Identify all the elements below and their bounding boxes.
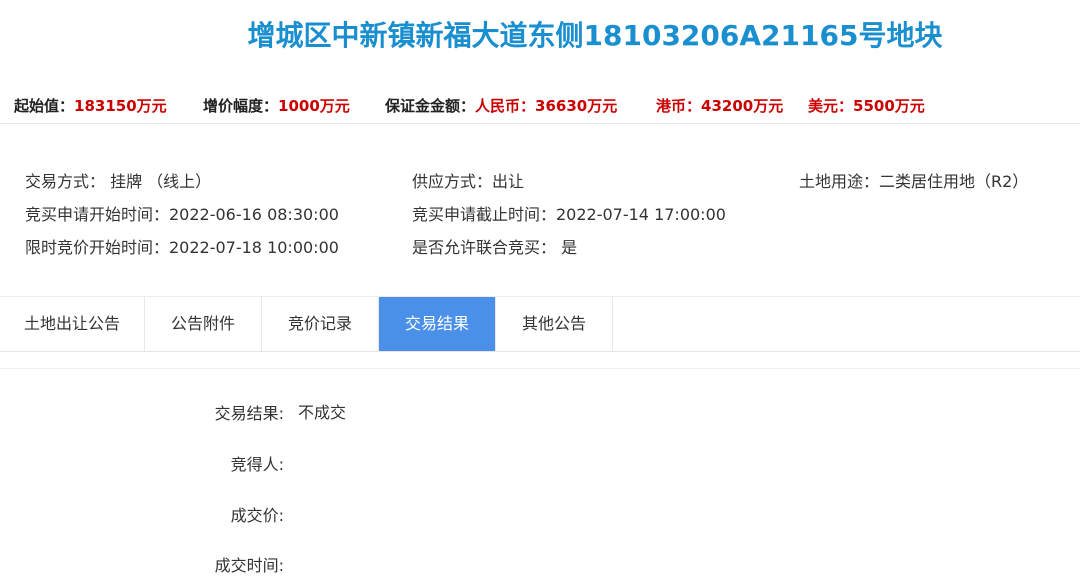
deposit: 保证金金额：人民币：36630万元 (385, 95, 617, 116)
start-price-value: 183150万元 (74, 97, 167, 115)
deposit-usd-value: 5500万元 (853, 97, 925, 115)
increment: 增价幅度：1000万元 (203, 95, 350, 116)
deal-time-label: 成交时间: (214, 556, 284, 575)
winner-label: 竞得人: (230, 455, 284, 474)
supply-method: 供应方式：出让 (412, 172, 525, 191)
deal-price-label: 成交价: (230, 506, 284, 525)
deposit-label: 保证金金额： (385, 97, 476, 115)
start-price-label: 起始值： (14, 97, 75, 115)
tab-bid-records[interactable]: 竞价记录 (262, 297, 379, 351)
apply-start-time: 竞买申请开始时间：2022-06-16 08:30:00 (25, 205, 339, 224)
increment-label: 增价幅度： (203, 97, 279, 115)
result-value: 不成交 (298, 403, 347, 422)
page-title: 增城区中新镇新福大道东侧18103206A21165号地块 (247, 19, 943, 52)
joint-bid: 是否允许联合竞买： 是 (412, 238, 578, 257)
tab-trade-result[interactable]: 交易结果 (379, 297, 496, 351)
trade-method: 交易方式： 挂牌 （线上） (25, 172, 212, 191)
apply-end-time: 竞买申请截止时间：2022-07-14 17:00:00 (412, 205, 726, 224)
result-label: 交易结果: (214, 404, 284, 423)
deposit-hkd-label: 港币： (656, 97, 702, 115)
bid-start-time: 限时竞价开始时间：2022-07-18 10:00:00 (25, 238, 339, 257)
content-divider (0, 368, 1080, 369)
tab-bar: 土地出让公告 公告附件 竞价记录 交易结果 其他公告 (0, 296, 1080, 352)
tab-other-notices[interactable]: 其他公告 (496, 297, 613, 351)
start-price: 起始值：183150万元 (14, 95, 167, 116)
land-use: 土地用途：二类居住用地（R2） (799, 172, 1029, 191)
increment-value: 1000万元 (278, 97, 350, 115)
deposit-hkd: 港币：43200万元 (656, 95, 783, 116)
deposit-rmb-label: 人民币： (475, 97, 536, 115)
deposit-usd: 美元：5500万元 (808, 95, 925, 116)
price-bar: 起始值：183150万元 增价幅度：1000万元 保证金金额：人民币：36630… (0, 93, 1080, 124)
deposit-hkd-value: 43200万元 (701, 97, 784, 115)
deposit-usd-label: 美元： (808, 97, 854, 115)
deposit-rmb-value: 36630万元 (535, 97, 618, 115)
tab-attachments[interactable]: 公告附件 (145, 297, 262, 351)
tab-land-notice[interactable]: 土地出让公告 (0, 297, 145, 351)
